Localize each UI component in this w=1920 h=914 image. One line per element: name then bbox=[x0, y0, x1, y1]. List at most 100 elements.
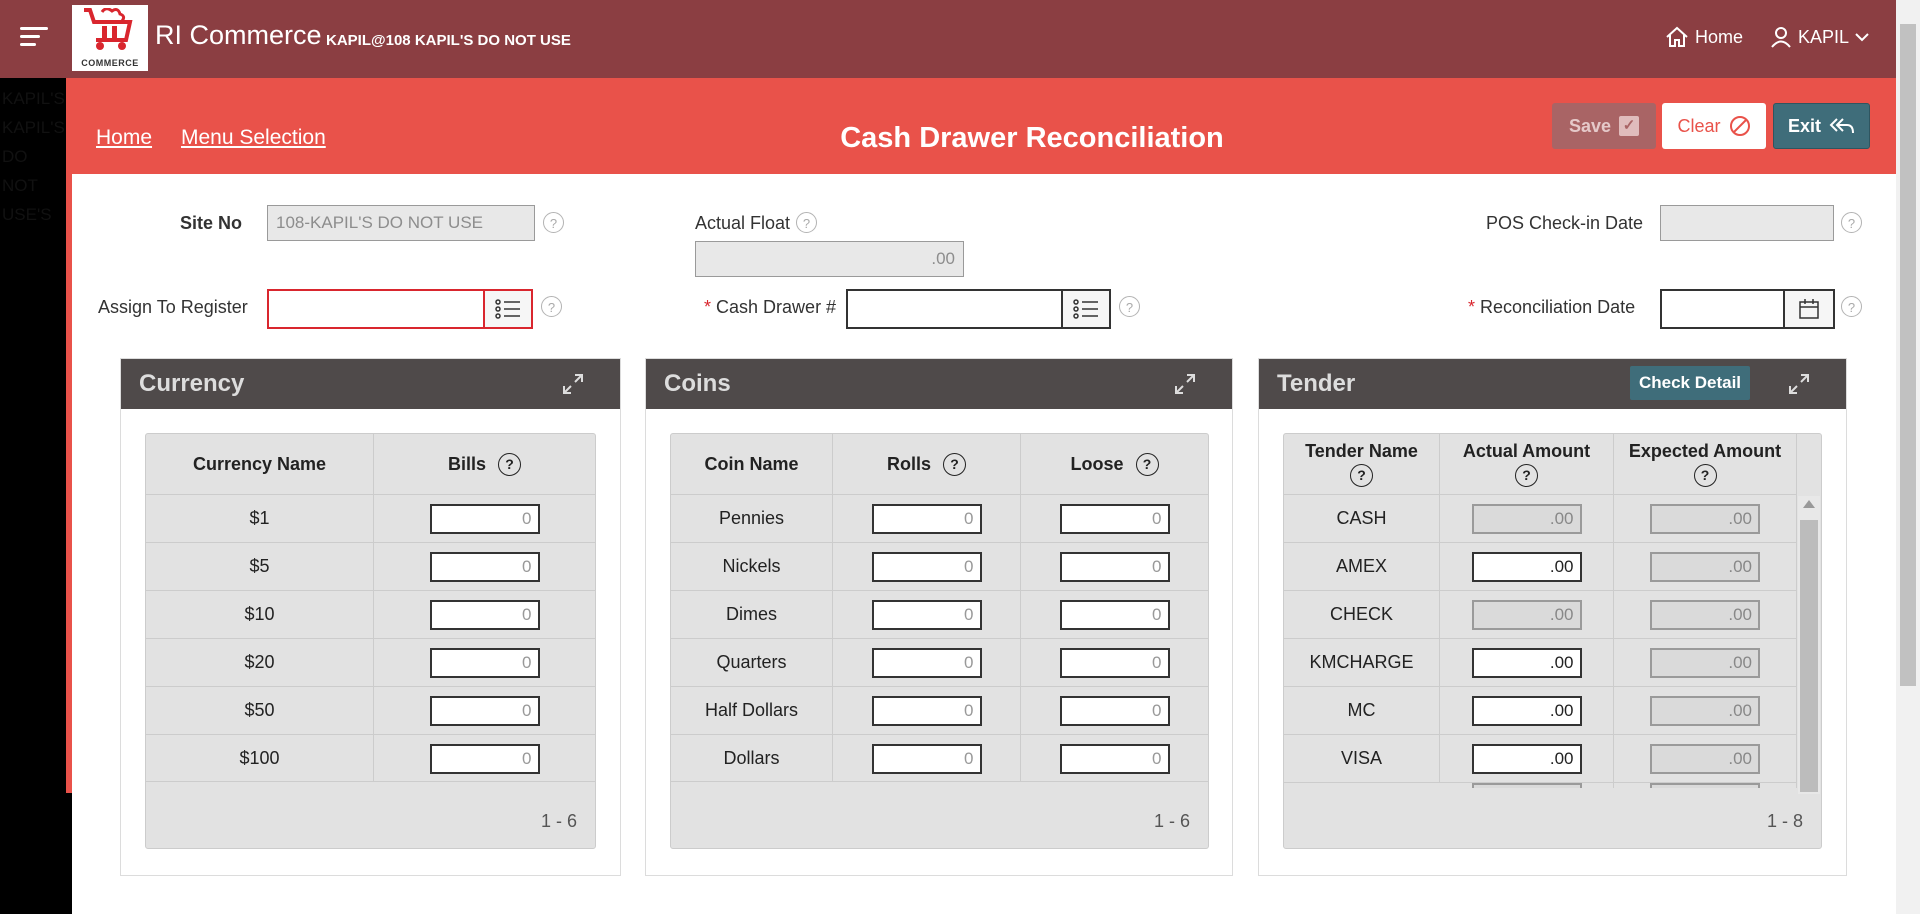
check-detail-button[interactable]: Check Detail bbox=[1630, 366, 1750, 400]
bills-input[interactable]: 0 bbox=[429, 551, 540, 582]
coins-panel: Coins Coin Name Rolls? Loose? Pennies 0 … bbox=[645, 358, 1233, 876]
table-row: $50 0 bbox=[146, 686, 595, 734]
tender-name-header-label: Tender Name bbox=[1305, 441, 1418, 461]
rolls-input[interactable]: 0 bbox=[871, 599, 982, 630]
rolls-input[interactable]: 0 bbox=[871, 503, 982, 534]
tender-panel: Tender Tender Name? Actual Amount? Expec… bbox=[1258, 358, 1847, 876]
tender-name-cell: KMCHARGE bbox=[1284, 639, 1440, 686]
required-marker: * bbox=[704, 297, 712, 317]
user-icon bbox=[1771, 27, 1791, 48]
logo-mark-icon bbox=[84, 8, 133, 50]
actual-amount-input[interactable]: .00 bbox=[1471, 647, 1582, 678]
help-icon[interactable]: ? bbox=[1135, 452, 1159, 476]
loose-input[interactable]: 0 bbox=[1059, 743, 1170, 774]
page-title: Cash Drawer Reconciliation bbox=[840, 122, 1224, 154]
coin-name-cell: Dimes bbox=[671, 591, 833, 638]
rolls-input[interactable]: 0 bbox=[871, 743, 982, 774]
scroll-up-icon[interactable] bbox=[1803, 500, 1815, 508]
page-scrollbar[interactable] bbox=[1896, 0, 1920, 914]
pagination-info: 1 - 6 bbox=[1153, 811, 1190, 831]
help-icon[interactable]: ? bbox=[1693, 464, 1717, 487]
currency-panel-title: Currency bbox=[121, 359, 620, 409]
help-icon[interactable]: ? bbox=[541, 296, 562, 317]
help-icon[interactable]: ? bbox=[498, 452, 521, 476]
table-row: Half Dollars 0 0 bbox=[671, 686, 1208, 734]
actual-amount-field: .00 bbox=[1471, 503, 1582, 534]
reconciliation-date-label: * Reconciliation Date bbox=[1468, 297, 1635, 318]
rolls-input[interactable]: 0 bbox=[871, 647, 982, 678]
expand-icon[interactable] bbox=[1174, 373, 1196, 395]
table-row: $20 0 bbox=[146, 638, 595, 686]
bills-input[interactable]: 0 bbox=[429, 599, 540, 630]
table-row: Nickels 0 0 bbox=[671, 542, 1208, 590]
bills-input[interactable]: 0 bbox=[429, 695, 540, 726]
rolls-input[interactable]: 0 bbox=[871, 695, 982, 726]
bills-input[interactable]: 0 bbox=[429, 503, 540, 534]
table-row: Quarters 0 0 bbox=[671, 638, 1208, 686]
page-scrollbar-thumb[interactable] bbox=[1900, 24, 1916, 686]
cash-drawer-label-text: Cash Drawer # bbox=[716, 297, 837, 317]
help-icon[interactable]: ? bbox=[796, 212, 817, 233]
table-row: $1 0 bbox=[146, 494, 595, 542]
cash-drawer-field[interactable] bbox=[846, 289, 1111, 329]
actual-amount-input[interactable]: .00 bbox=[1471, 695, 1582, 726]
tender-table-scrollbar[interactable] bbox=[1798, 496, 1820, 794]
expand-icon[interactable] bbox=[1788, 373, 1810, 395]
menu-icon[interactable] bbox=[20, 27, 48, 47]
expected-amount-field: .00 bbox=[1650, 743, 1760, 774]
actual-float-field: .00 bbox=[695, 241, 964, 277]
rolls-header-label: Rolls bbox=[886, 453, 931, 474]
breadcrumb-menu-selection-link[interactable]: Menu Selection bbox=[181, 126, 326, 150]
pos-checkin-date-field bbox=[1660, 205, 1834, 241]
bills-input[interactable]: 0 bbox=[429, 647, 540, 678]
currency-name-cell: $10 bbox=[146, 591, 374, 638]
top-bar: COMMERCE RI Commerce KAPIL@108 KAPIL'S D… bbox=[0, 0, 1920, 78]
user-menu[interactable]: KAPIL bbox=[1770, 26, 1869, 48]
table-row: Pennies 0 0 bbox=[671, 494, 1208, 542]
help-icon[interactable]: ? bbox=[1119, 296, 1140, 317]
clear-button[interactable]: Clear bbox=[1662, 103, 1766, 149]
breadcrumb-home-link[interactable]: Home bbox=[96, 126, 152, 150]
list-icon[interactable] bbox=[1061, 291, 1109, 327]
calendar-icon[interactable] bbox=[1783, 291, 1833, 327]
nav-home-link[interactable]: Home bbox=[1665, 26, 1743, 48]
help-icon[interactable]: ? bbox=[943, 452, 966, 476]
help-icon[interactable]: ? bbox=[543, 212, 564, 233]
currency-table: Currency Name Bills? $1 0 $5 0 $10 0 $20… bbox=[145, 433, 596, 849]
tender-name-cell: CASH bbox=[1284, 495, 1440, 542]
expand-icon[interactable] bbox=[562, 373, 584, 395]
coin-name-cell: Nickels bbox=[671, 543, 833, 590]
expected-amount-field: .00 bbox=[1650, 647, 1760, 678]
reconciliation-date-field[interactable] bbox=[1660, 289, 1835, 329]
expected-amount-field: .00 bbox=[1650, 599, 1760, 630]
loose-input[interactable]: 0 bbox=[1059, 503, 1170, 534]
tender-table-scrollbar-thumb[interactable] bbox=[1800, 520, 1818, 792]
loose-input[interactable]: 0 bbox=[1059, 551, 1170, 582]
cash-drawer-label: * Cash Drawer # bbox=[704, 297, 836, 318]
bills-input[interactable]: 0 bbox=[429, 743, 540, 774]
table-row: MC .00 .00 bbox=[1284, 686, 1797, 734]
loose-input[interactable]: 0 bbox=[1059, 599, 1170, 630]
table-row: $100 0 bbox=[146, 734, 595, 782]
assign-to-register-label: Assign To Register bbox=[98, 297, 248, 317]
check-icon: ✓ bbox=[1619, 116, 1640, 136]
help-icon[interactable]: ? bbox=[1841, 212, 1862, 233]
assign-to-register-field[interactable] bbox=[267, 289, 533, 329]
coin-name-cell: Half Dollars bbox=[671, 687, 833, 734]
save-button[interactable]: Save ✓ bbox=[1552, 103, 1656, 149]
rolls-input[interactable]: 0 bbox=[871, 551, 982, 582]
currency-name-cell: $20 bbox=[146, 639, 374, 686]
actual-amount-input[interactable]: .00 bbox=[1471, 743, 1582, 774]
help-icon[interactable]: ? bbox=[1515, 464, 1538, 487]
loose-input[interactable]: 0 bbox=[1059, 695, 1170, 726]
list-icon[interactable] bbox=[483, 291, 531, 327]
table-row: CASH .00 .00 bbox=[1284, 494, 1797, 542]
exit-button[interactable]: Exit bbox=[1773, 103, 1870, 149]
help-icon[interactable]: ? bbox=[1841, 296, 1862, 317]
actual-amount-header: Actual Amount? bbox=[1440, 434, 1614, 494]
help-icon[interactable]: ? bbox=[1350, 464, 1373, 487]
loose-input[interactable]: 0 bbox=[1059, 647, 1170, 678]
actual-amount-input[interactable]: .00 bbox=[1471, 551, 1582, 582]
expected-amount-header: Expected Amount? bbox=[1614, 434, 1797, 494]
app-logo[interactable]: COMMERCE bbox=[72, 5, 148, 71]
